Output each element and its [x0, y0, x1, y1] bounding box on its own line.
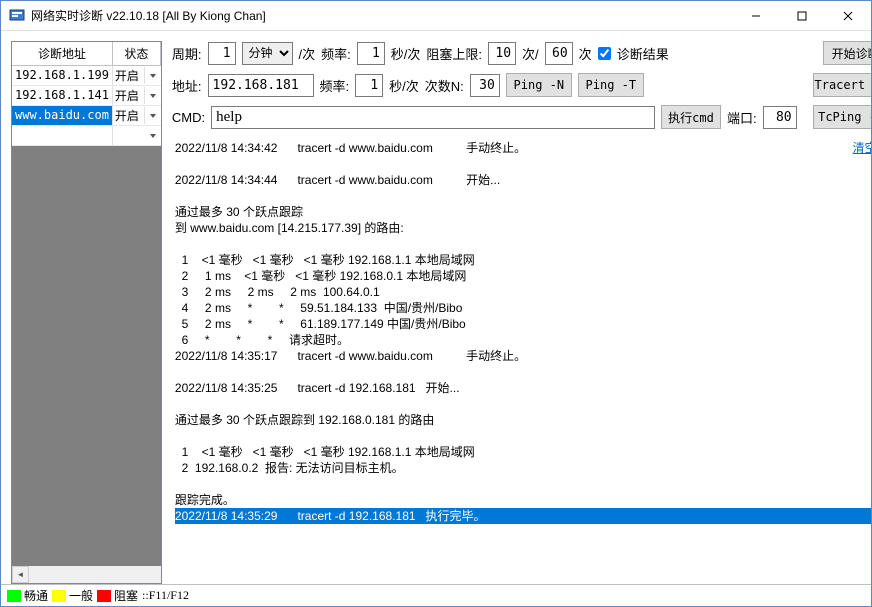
console-text: 2022/11/8 14:34:42 tracert -d www.baidu.… — [175, 141, 526, 507]
block-mid-label: 次/ — [522, 44, 539, 63]
control-row-2: 地址: 频率: 秒/次 次数N: Ping -N Ping -T Tracert… — [172, 73, 871, 97]
cell-address[interactable]: 192.168.1.199 — [12, 66, 113, 85]
cmd-label: CMD: — [172, 110, 205, 125]
grid-header: 诊断地址 状态 — [12, 42, 161, 66]
addr-input[interactable] — [208, 74, 314, 97]
yellow-square-icon — [52, 590, 66, 602]
scroll-left-icon[interactable]: ◄ — [12, 566, 29, 583]
tcping-n-button[interactable]: TcPing -N — [813, 105, 871, 129]
table-row-empty[interactable] — [12, 126, 161, 146]
exec-cmd-button[interactable]: 执行cmd — [661, 105, 721, 129]
grid-body[interactable]: 192.168.1.199开启192.168.1.141开启www.baidu.… — [12, 66, 161, 566]
console-selected-line: 2022/11/8 14:35:29 tracert -d 192.168.18… — [175, 508, 871, 524]
cell-address[interactable]: www.baidu.com — [12, 106, 113, 125]
block-label: 阻塞上限: — [426, 44, 482, 63]
statusbar: 畅通 一般 阻塞 ::F11/F12 — [1, 584, 871, 606]
horizontal-scrollbar[interactable]: ◄ — [12, 566, 161, 583]
count-label: 次数N: — [425, 76, 464, 95]
block-a-input[interactable] — [488, 42, 516, 65]
close-button[interactable] — [825, 1, 871, 31]
chevron-down-icon — [150, 74, 156, 78]
status-keys: ::F11/F12 — [142, 588, 189, 603]
rate2-label: 频率: — [320, 76, 350, 95]
green-square-icon — [7, 590, 21, 602]
chevron-down-icon — [150, 94, 156, 98]
status-bad: 阻塞 — [97, 587, 138, 604]
port-label: 端口: — [727, 108, 757, 127]
chevron-down-icon — [150, 134, 156, 138]
port-input[interactable] — [763, 106, 797, 129]
address-grid: 诊断地址 状态 192.168.1.199开启192.168.1.141开启ww… — [11, 41, 162, 584]
table-row[interactable]: 192.168.1.199开启 — [12, 66, 161, 86]
diag-result-checkbox[interactable] — [598, 47, 611, 60]
state-dropdown[interactable] — [145, 134, 161, 138]
cell-state[interactable]: 开启 — [113, 107, 145, 124]
control-row-3: CMD: 执行cmd 端口: TcPing -N — [172, 105, 871, 129]
per-time-label: /次 — [299, 44, 316, 63]
console-wrap: 清空× 2022/11/8 14:34:42 tracert -d www.ba… — [172, 137, 871, 584]
period-input[interactable] — [208, 42, 236, 65]
count-input[interactable] — [470, 74, 500, 97]
state-dropdown[interactable] — [145, 94, 161, 98]
state-dropdown[interactable] — [145, 74, 161, 78]
clear-link[interactable]: 清空× — [852, 139, 871, 156]
titlebar: 网络实时诊断 v22.10.18 [All By Kiong Chan] — [1, 1, 871, 31]
window-buttons — [733, 1, 871, 31]
tracert-d-button[interactable]: Tracert -D — [813, 73, 871, 97]
ping-t-button[interactable]: Ping -T — [578, 73, 644, 97]
block-b-input[interactable] — [545, 42, 573, 65]
rate-unit-label: 秒/次 — [391, 44, 421, 63]
status-ok: 畅通 — [7, 587, 48, 604]
chevron-down-icon — [150, 114, 156, 118]
app-icon — [9, 8, 25, 24]
rate-input[interactable] — [357, 42, 385, 65]
unit-select[interactable]: 分钟 — [242, 42, 293, 65]
rate2-unit-label: 秒/次 — [389, 76, 419, 95]
cell-address[interactable]: 192.168.1.141 — [12, 86, 113, 105]
window-title: 网络实时诊断 v22.10.18 [All By Kiong Chan] — [31, 7, 733, 24]
console-output[interactable]: 2022/11/8 14:34:42 tracert -d www.baidu.… — [172, 137, 871, 584]
ping-n-button[interactable]: Ping -N — [506, 73, 572, 97]
maximize-button[interactable] — [779, 1, 825, 31]
state-dropdown[interactable] — [145, 114, 161, 118]
right-panel: 周期: 分钟 /次 频率: 秒/次 阻塞上限: 次/ 次 诊断结果 开始诊断 地… — [172, 41, 871, 584]
minimize-button[interactable] — [733, 1, 779, 31]
control-row-1: 周期: 分钟 /次 频率: 秒/次 阻塞上限: 次/ 次 诊断结果 开始诊断 — [172, 41, 871, 65]
diag-result-label[interactable]: 诊断结果 — [617, 44, 669, 63]
block-end-label: 次 — [579, 44, 592, 63]
red-square-icon — [97, 590, 111, 602]
col-header-state[interactable]: 状态 — [113, 42, 161, 65]
col-header-address[interactable]: 诊断地址 — [12, 42, 113, 65]
rate2-input[interactable] — [355, 74, 383, 97]
start-diag-button[interactable]: 开始诊断 — [823, 41, 871, 65]
table-row[interactable]: www.baidu.com开启 — [12, 106, 161, 126]
rate-label: 频率: — [321, 44, 351, 63]
status-mid: 一般 — [52, 587, 93, 604]
period-label: 周期: — [172, 44, 202, 63]
cell-state[interactable]: 开启 — [113, 67, 145, 84]
cmd-input[interactable] — [211, 106, 655, 129]
addr-label: 地址: — [172, 76, 202, 95]
cell-state[interactable]: 开启 — [113, 87, 145, 104]
table-row[interactable]: 192.168.1.141开启 — [12, 86, 161, 106]
